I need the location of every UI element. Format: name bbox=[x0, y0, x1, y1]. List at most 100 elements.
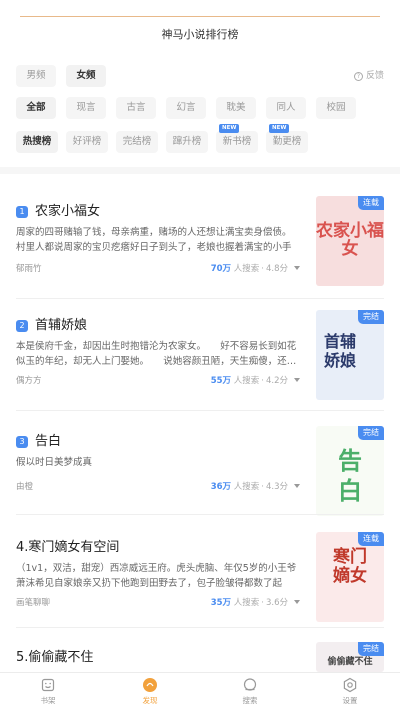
book-item[interactable]: 5.偷偷藏不住 偷偷藏不住 完结 bbox=[16, 642, 384, 672]
book-title: 2 首辅娇娘 bbox=[16, 314, 87, 333]
rank-label: 蹿升榜 bbox=[172, 136, 202, 147]
tab-bookshelf[interactable]: 书架 bbox=[18, 677, 78, 706]
segment-male[interactable]: 男频 bbox=[16, 65, 56, 87]
rank-hot-search[interactable]: 热搜榜 bbox=[16, 131, 58, 153]
discover-icon bbox=[143, 678, 157, 692]
rank-new-books[interactable]: NEW 新书榜 bbox=[216, 124, 258, 153]
top-accent-line bbox=[20, 16, 380, 17]
more-options-icon[interactable] bbox=[294, 484, 300, 488]
genre-fanfic[interactable]: 同人 bbox=[266, 97, 306, 119]
search-count: 36万 bbox=[210, 482, 232, 492]
genre-label: 现言 bbox=[76, 102, 96, 113]
rank-frequent-update[interactable]: NEW 勤更榜 bbox=[266, 124, 308, 153]
book-stats: 55万 人搜索 · 4.2分 bbox=[211, 374, 300, 386]
book-description: 本是侯府千金，却因出生时抱错沦为农家女。 好不容易长到如花似玉的年纪，却无人上门… bbox=[16, 341, 297, 367]
book-rating: 4.3分 bbox=[265, 482, 288, 492]
search-count-suffix: 人搜索 bbox=[233, 482, 260, 492]
tab-discover[interactable]: 发现 bbox=[120, 677, 180, 706]
book-author: 由橙 bbox=[16, 482, 34, 492]
genre-label: 古言 bbox=[126, 102, 146, 113]
book-title-text: 寒门嫡女有空间 bbox=[28, 540, 120, 555]
genre-label: 同人 bbox=[276, 102, 296, 113]
genre-campus[interactable]: 校园 bbox=[316, 97, 356, 119]
search-count-suffix: 人搜索 bbox=[233, 598, 260, 608]
rank-type-row: 热搜榜 好评榜 完结榜 蹿升榜 NEW 新书榜 NEW 勤更榜 bbox=[16, 124, 384, 153]
book-cover[interactable]: 偷偷藏不住 完结 bbox=[316, 642, 384, 672]
book-title: 5.偷偷藏不住 bbox=[16, 646, 93, 665]
book-author: 郁雨竹 bbox=[16, 264, 42, 274]
book-item[interactable]: 2 首辅娇娘 本是侯府千金，却因出生时抱错沦为农家女。 好不容易长到如花似玉的年纪… bbox=[16, 310, 384, 404]
book-title-text: 农家小福女 bbox=[35, 204, 101, 219]
book-author: 偶方方 bbox=[16, 376, 42, 386]
rank-label: 勤更榜 bbox=[272, 136, 302, 147]
genre-danmei[interactable]: 耽美 bbox=[216, 97, 256, 119]
book-author: 画笔聊聊 bbox=[16, 598, 51, 608]
genre-label: 幻言 bbox=[176, 102, 196, 113]
genre-label: 校园 bbox=[326, 102, 346, 113]
rank-number: 5. bbox=[16, 650, 29, 665]
rank-label: 热搜榜 bbox=[22, 136, 52, 147]
book-stats: 35万 人搜索 · 3.6分 bbox=[211, 596, 300, 608]
search-count-suffix: 人搜索 bbox=[233, 376, 260, 386]
tab-label: 搜索 bbox=[242, 696, 258, 705]
book-cover[interactable]: 告白 完结 bbox=[316, 426, 384, 516]
rank-number-badge: 3 bbox=[16, 436, 28, 448]
rank-label: 完结榜 bbox=[122, 136, 152, 147]
list-separator bbox=[16, 627, 384, 628]
cover-title: 告白 bbox=[338, 446, 362, 505]
rank-good-review[interactable]: 好评榜 bbox=[66, 131, 108, 153]
book-cover[interactable]: 首辅娇娘 完结 bbox=[316, 310, 384, 400]
book-item[interactable]: 1 农家小福女 周家的四哥赌输了钱，母亲病重，赌场的人还想让满宝卖身偿债。村里人都… bbox=[16, 196, 384, 290]
genre-all[interactable]: 全部 bbox=[16, 97, 56, 119]
genre-fantasy[interactable]: 幻言 bbox=[166, 97, 206, 119]
search-count-suffix: 人搜索 bbox=[233, 264, 260, 274]
segment-male-label: 男频 bbox=[26, 70, 46, 81]
book-title-text: 首辅娇娘 bbox=[35, 318, 88, 333]
rank-number-badge: 2 bbox=[16, 320, 28, 332]
tab-label: 设置 bbox=[342, 696, 358, 705]
genre-modern[interactable]: 现言 bbox=[66, 97, 106, 119]
search-count: 55万 bbox=[210, 376, 232, 386]
rank-label: 新书榜 bbox=[222, 136, 252, 147]
segment-female[interactable]: 女频 bbox=[66, 65, 106, 87]
book-description: 周家的四哥赌输了钱，母亲病重，赌场的人还想让满宝卖身偿债。村里人都说周家的宝贝疙… bbox=[16, 227, 292, 253]
book-cover[interactable]: 寒门嫡女 连载 bbox=[316, 532, 384, 622]
book-rating: 4.8分 bbox=[265, 264, 288, 274]
genre-filter-row: 全部 现言 古言 幻言 耽美 同人 校园 bbox=[16, 97, 384, 119]
genre-label: 耽美 bbox=[226, 102, 246, 113]
help-icon: ? bbox=[353, 72, 363, 81]
tab-search[interactable]: 搜索 bbox=[220, 677, 280, 706]
search-icon bbox=[243, 678, 257, 691]
book-title: 4.寒门嫡女有空间 bbox=[16, 536, 119, 555]
more-options-icon[interactable] bbox=[294, 266, 300, 270]
status-badge: 完结 bbox=[358, 426, 384, 440]
feedback-button[interactable]: ? 反馈 bbox=[353, 65, 384, 87]
rank-number: 4. bbox=[16, 540, 29, 555]
tab-settings[interactable]: 设置 bbox=[320, 677, 380, 706]
tab-label: 书架 bbox=[40, 696, 56, 705]
book-item[interactable]: 3 告白 假以时日美梦成真 由橙 36万 人搜索 · 4.3分 告白 完结 bbox=[16, 426, 384, 520]
book-cover[interactable]: 农家小福女 连载 bbox=[316, 196, 384, 286]
bookshelf-icon bbox=[41, 678, 55, 692]
cover-title: 首辅娇娘 bbox=[323, 332, 356, 370]
book-item[interactable]: 4.寒门嫡女有空间 （1v1，双洁，甜宠）西凉威远王府。虎头虎脑、年仅5岁的小王… bbox=[16, 532, 384, 626]
book-title-text: 偷偷藏不住 bbox=[28, 650, 94, 665]
book-description: （1v1，双洁，甜宠）西凉威远王府。虎头虎脑、年仅5岁的小王爷萧沫希见自家娘亲又… bbox=[16, 563, 297, 589]
rank-rising[interactable]: 蹿升榜 bbox=[166, 131, 208, 153]
more-options-icon[interactable] bbox=[294, 378, 300, 382]
new-badge: NEW bbox=[269, 124, 290, 133]
list-separator bbox=[16, 298, 384, 299]
more-options-icon[interactable] bbox=[294, 600, 300, 604]
rank-number-badge: 1 bbox=[16, 206, 28, 218]
status-badge: 完结 bbox=[358, 310, 384, 324]
list-separator bbox=[16, 410, 384, 411]
status-badge: 连载 bbox=[358, 196, 384, 210]
bottom-tab-bar: 书架 发现 搜索 设置 bbox=[0, 672, 400, 710]
search-count: 35万 bbox=[210, 598, 232, 608]
status-badge: 完结 bbox=[358, 642, 384, 656]
rank-completed[interactable]: 完结榜 bbox=[116, 131, 158, 153]
status-badge: 连载 bbox=[358, 532, 384, 546]
book-rating: 4.2分 bbox=[265, 376, 288, 386]
new-badge: NEW bbox=[219, 124, 240, 133]
genre-ancient[interactable]: 古言 bbox=[116, 97, 156, 119]
